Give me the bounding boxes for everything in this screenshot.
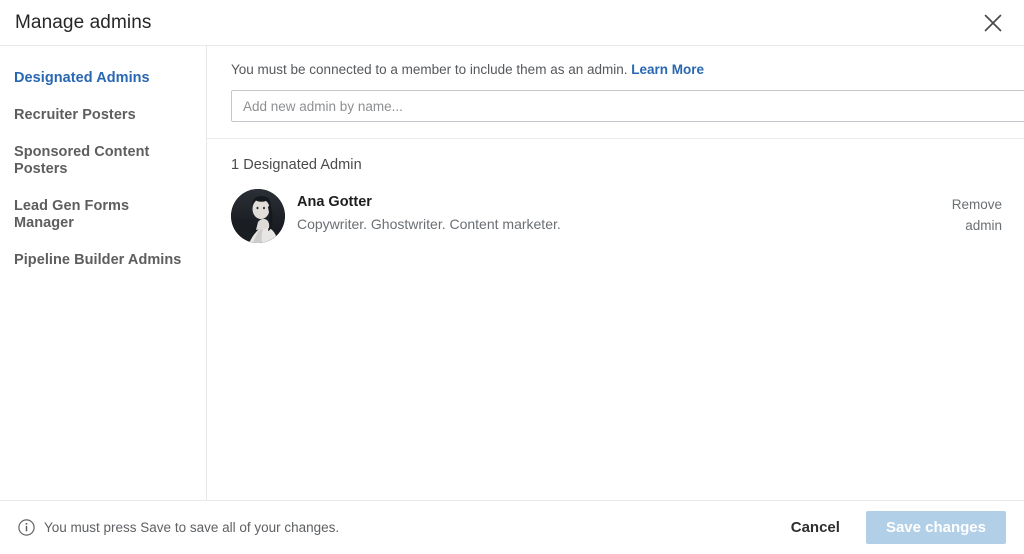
info-icon: [18, 519, 35, 536]
modal-body: Designated Admins Recruiter Posters Spon…: [0, 46, 1024, 501]
save-reminder-text: You must press Save to save all of your …: [44, 520, 340, 535]
sidebar-item-pipeline-builder-admins[interactable]: Pipeline Builder Admins: [0, 242, 206, 279]
sidebar-item-designated-admins[interactable]: Designated Admins: [0, 60, 206, 97]
add-admin-section: You must be connected to a member to inc…: [207, 46, 1024, 139]
sidebar-item-label: Recruiter Posters: [14, 107, 136, 123]
close-button[interactable]: [976, 6, 1010, 40]
sidebar-item-label: Pipeline Builder Admins: [14, 252, 182, 268]
modal-footer: You must press Save to save all of your …: [0, 501, 1024, 554]
page-title: Manage admins: [15, 11, 152, 33]
avatar: [231, 189, 285, 243]
sidebar-item-lead-gen-forms-manager[interactable]: Lead Gen Forms Manager: [0, 188, 206, 242]
sidebar-item-label: Lead Gen Forms Manager: [14, 198, 130, 231]
sidebar: Designated Admins Recruiter Posters Spon…: [0, 46, 207, 500]
learn-more-link[interactable]: Learn More: [631, 62, 704, 77]
admin-info: Ana Gotter Copywriter. Ghostwriter. Cont…: [285, 187, 940, 234]
close-icon: [982, 12, 1004, 34]
footer-actions: Cancel Save changes: [787, 511, 1006, 544]
sidebar-item-recruiter-posters[interactable]: Recruiter Posters: [0, 97, 206, 134]
remove-admin-button[interactable]: Remove admin: [940, 187, 1002, 236]
sidebar-item-label: Designated Admins: [14, 70, 150, 86]
list-item: Ana Gotter Copywriter. Ghostwriter. Cont…: [231, 187, 1024, 243]
connection-notice-text: You must be connected to a member to inc…: [231, 62, 628, 77]
connection-notice: You must be connected to a member to inc…: [231, 61, 1020, 79]
admins-list-section: 1 Designated Admin Ana Gotter Copywriter…: [207, 139, 1024, 500]
save-reminder: You must press Save to save all of your …: [18, 519, 339, 536]
save-changes-button[interactable]: Save changes: [865, 511, 1006, 544]
cancel-button[interactable]: Cancel: [787, 513, 844, 542]
admin-name: Ana Gotter: [297, 194, 372, 210]
admin-count-label: 1 Designated Admin: [231, 157, 362, 173]
add-admin-input[interactable]: [231, 90, 1024, 122]
modal-header: Manage admins: [0, 0, 1024, 46]
sidebar-item-sponsored-content-posters[interactable]: Sponsored Content Posters: [0, 134, 206, 188]
manage-admins-modal: Manage admins Designated Admins Recruite…: [0, 0, 1024, 554]
admin-headline: Copywriter. Ghostwriter. Content markete…: [297, 216, 561, 232]
main-panel: You must be connected to a member to inc…: [207, 46, 1024, 500]
sidebar-item-label: Sponsored Content Posters: [14, 144, 150, 177]
